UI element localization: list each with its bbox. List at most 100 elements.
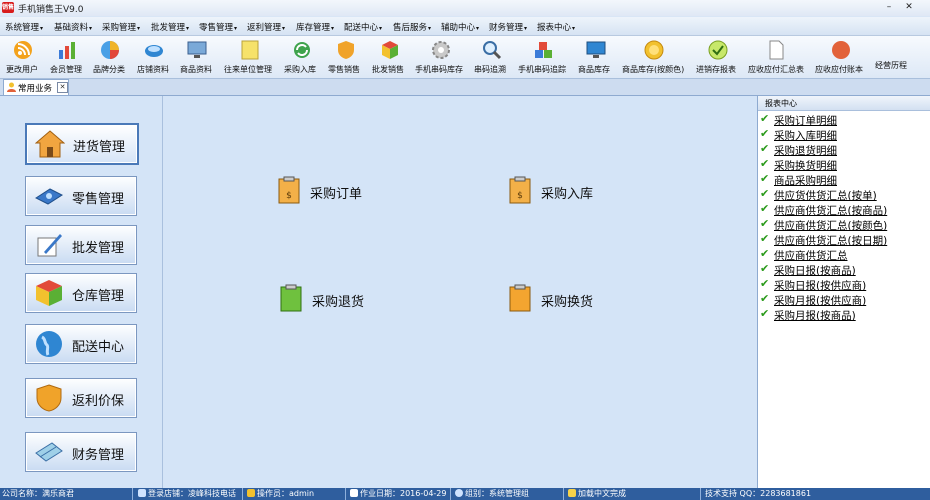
cube-icon (382, 41, 398, 59)
tab-label: 常用业务 (18, 84, 53, 94)
status-bar: 公司名称：满乐商君 登录店铺：凌峰科技电话 操作员：admin 作业日期：201… (0, 488, 930, 500)
status-store: 登录店铺：凌峰科技电话 (138, 488, 243, 500)
check-icon: ✔ (760, 202, 770, 215)
tb-brand[interactable]: 品牌分类 (93, 38, 129, 76)
minimize-button[interactable]: – (880, 1, 898, 14)
nav-rebate-price-protection[interactable]: 返利价保 (25, 378, 137, 418)
tb-label: 经营历程 (875, 61, 907, 70)
tb-stock-color[interactable]: 商品库存(按颜色) (622, 38, 686, 76)
svg-text:$: $ (517, 191, 523, 201)
shield-icon (36, 384, 62, 412)
check-icon: ✔ (760, 277, 770, 290)
tb-label: 进销存报表 (696, 65, 736, 74)
menu-inventory[interactable]: 库存管理▾ (296, 21, 334, 33)
tb-label: 手机串码库存 (415, 65, 463, 74)
check-icon: ✔ (760, 187, 770, 200)
nav-label: 财务管理 (72, 448, 125, 463)
tb-label: 商品库存 (578, 65, 610, 74)
nav-purchase-management[interactable]: 进货管理 (25, 123, 139, 165)
svg-text:$: $ (286, 191, 292, 201)
menu-retail[interactable]: 零售管理▾ (199, 21, 237, 33)
tb-partner[interactable]: 往来单位管理 (224, 38, 276, 76)
menu-wholesale[interactable]: 批发管理▾ (151, 21, 189, 33)
check-icon: ✔ (760, 232, 770, 245)
report-panel: 报表中心 ✔ 采购订单明细 ✔ 采购入库明细 ✔ 采购退货明细 ✔ 采购换货明细 ✔ 商品… (757, 96, 930, 488)
nav-distribution-center[interactable]: 配送中心 (25, 324, 137, 364)
report-label: 采购换货明细 (774, 160, 837, 172)
report-label: 供应货供货汇总(按单) (774, 190, 877, 202)
left-nav: 进货管理 零售管理 批发管理 仓库管理 配送中心 返利价保 财务管理 (0, 96, 163, 488)
report-label: 采购订单明细 (774, 115, 837, 127)
nav-wholesale-management[interactable]: 批发管理 (25, 225, 137, 265)
app-logo-icon: 销售 (2, 2, 15, 13)
check-icon: ✔ (760, 292, 770, 305)
refresh-icon (294, 42, 310, 58)
tab-common-business[interactable]: 常用业务 ✕ (3, 79, 69, 95)
tb-imei-track[interactable]: 手机串码追踪 (518, 38, 570, 76)
menu-purchase[interactable]: 采购管理▾ (102, 21, 140, 33)
tb-retail[interactable]: 零售销售 (328, 38, 364, 76)
tb-label: 零售销售 (328, 65, 360, 74)
nav-finance-management[interactable]: 财务管理 (25, 432, 137, 472)
link-label: 采购订单 (310, 187, 363, 202)
menu-reports[interactable]: 报表中心▾ (537, 21, 575, 33)
window-title: 手机销售王V9.0 (18, 5, 84, 15)
check-icon: ✔ (760, 262, 770, 275)
tb-label: 应收应付账本 (815, 65, 863, 74)
menu-basic-data[interactable]: 基础资料▾ (54, 21, 92, 33)
pie-chart-icon (101, 41, 119, 59)
link-label: 采购换货 (541, 295, 594, 310)
document-green-icon (280, 284, 302, 312)
check-icon: ✔ (760, 112, 770, 125)
tb-ar-ap-summary[interactable]: 应收应付汇总表 (748, 38, 806, 76)
link-purchase-order[interactable]: $ 采购订单 (278, 176, 388, 206)
nav-warehouse-management[interactable]: 仓库管理 (25, 273, 137, 313)
document-orange-icon: $ (509, 176, 531, 204)
link-purchase-inbound[interactable]: $ 采购入库 (509, 176, 619, 206)
status-operator: 操作员：admin (247, 488, 346, 500)
tb-imei-trace[interactable]: 串码追溯 (474, 38, 510, 76)
tb-history[interactable]: 经营历程 (875, 38, 911, 76)
tb-member[interactable]: 会员管理 (50, 38, 86, 76)
monitor-icon (586, 41, 606, 58)
user-icon (247, 489, 255, 497)
nav-retail-management[interactable]: 零售管理 (25, 176, 137, 216)
tb-purchase-in[interactable]: 采购入库 (284, 38, 320, 76)
tb-imei-stock[interactable]: 手机串码库存 (415, 38, 467, 76)
gear-icon (432, 41, 450, 59)
nav-label: 仓库管理 (72, 289, 125, 304)
menu-auxiliary[interactable]: 辅助中心▾ (441, 21, 479, 33)
tb-product[interactable]: 商品资料 (180, 38, 216, 76)
tb-stock[interactable]: 商品库存 (578, 38, 614, 76)
menu-system[interactable]: 系统管理▾ (5, 21, 43, 33)
status-date: 作业日期：2016-04-29 (350, 488, 451, 500)
quick-links-area: $ 采购订单 $ 采购入库 采购退货 采购换货 (163, 96, 757, 488)
tb-ar-ap-ledger[interactable]: 应收应付账本 (815, 38, 867, 76)
link-purchase-return[interactable]: 采购退货 (280, 284, 390, 314)
menu-rebate[interactable]: 返利管理▾ (247, 21, 285, 33)
tb-label: 店铺资料 (137, 65, 169, 74)
report-label: 采购月报(按供应商) (774, 295, 867, 307)
tab-close-button[interactable]: ✕ (57, 82, 68, 93)
nav-label: 零售管理 (72, 192, 125, 207)
tb-wholesale[interactable]: 批发销售 (372, 38, 408, 76)
report-label: 供应商供货汇总(按颜色) (774, 220, 888, 232)
tb-inventory-report[interactable]: 进销存报表 (696, 38, 740, 76)
tb-store[interactable]: 店铺资料 (137, 38, 173, 76)
tb-label: 手机串码追踪 (518, 65, 566, 74)
report-label: 供应商供货汇总(按日期) (774, 235, 888, 247)
tb-change-user[interactable]: 更改用户 (6, 38, 42, 76)
tb-label: 批发销售 (372, 65, 404, 74)
note-icon (241, 40, 259, 60)
check-icon: ✔ (760, 172, 770, 185)
close-window-button[interactable]: ✕ (900, 1, 918, 14)
shield-icon (338, 41, 354, 59)
eye-icon (34, 188, 64, 205)
menu-finance[interactable]: 财务管理▾ (489, 21, 527, 33)
money-icon (35, 442, 63, 462)
link-purchase-exchange[interactable]: 采购换货 (509, 284, 619, 314)
menu-after-sales[interactable]: 售后服务▾ (393, 21, 431, 33)
menu-distribution[interactable]: 配送中心▾ (344, 21, 382, 33)
tb-label: 商品资料 (180, 65, 212, 74)
store-icon (145, 45, 163, 57)
